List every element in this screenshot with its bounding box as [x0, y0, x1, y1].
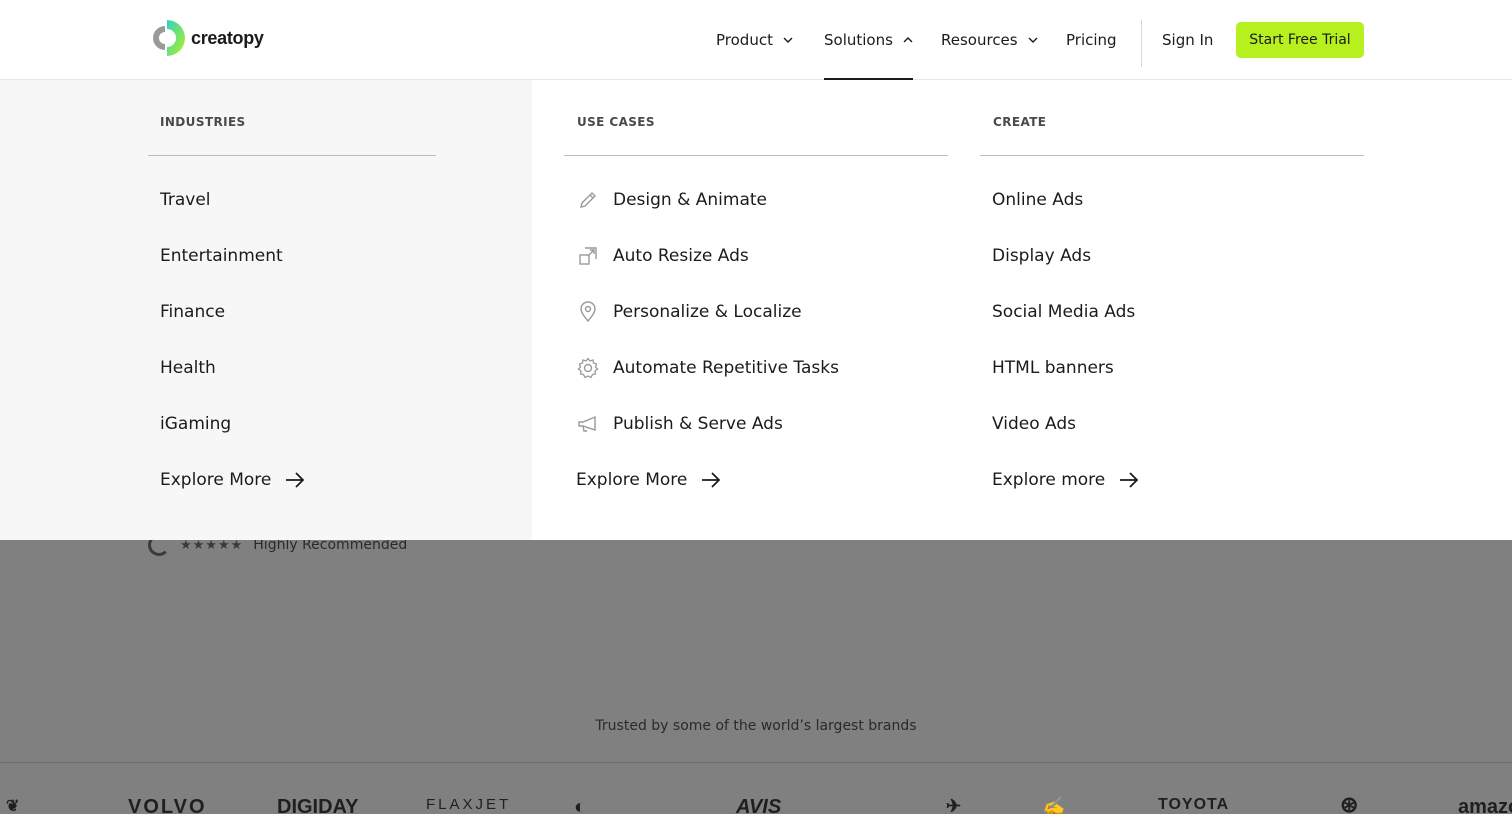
creatopy-logo-icon [147, 14, 187, 62]
nav-pricing-label: Pricing [1066, 31, 1117, 49]
divider [564, 155, 948, 156]
nav-resources[interactable]: Resources [941, 28, 1038, 52]
brand-logo-icon: ✍ [1042, 796, 1067, 814]
chevron-up-icon [903, 37, 913, 43]
brand-logo: FLAXJET [426, 796, 512, 813]
arrow-right-icon [1120, 472, 1139, 488]
brand-logo: DIGIDAY [277, 796, 359, 814]
brand-logo: TOYOTA [1158, 796, 1230, 813]
menu-item-online-ads[interactable]: Online Ads [992, 187, 1083, 213]
chevron-down-icon [783, 37, 793, 43]
site-header: creatopy Product Solutions Resources Pri… [0, 0, 1512, 80]
brand-logo: VOLVO [128, 796, 207, 814]
nav-solutions[interactable]: Solutions [824, 28, 913, 52]
solutions-dropdown: INDUSTRIES Travel Entertainment Finance … [0, 80, 1512, 540]
divider [980, 155, 1364, 156]
menu-item-igaming[interactable]: iGaming [160, 411, 231, 437]
menu-item-label: Publish & Serve Ads [613, 414, 783, 434]
menu-item-label: Design & Animate [613, 190, 767, 210]
menu-item-html-banners[interactable]: HTML banners [992, 355, 1114, 381]
nav-divider [1141, 20, 1142, 67]
menu-item-label: Automate Repetitive Tasks [613, 358, 839, 378]
explore-more-label: Explore More [576, 470, 688, 490]
chevron-down-icon [1028, 37, 1038, 43]
nav-solutions-label: Solutions [824, 31, 893, 49]
brand-logo: amazon [1458, 796, 1512, 814]
menu-item-design-animate[interactable]: Design & Animate [577, 187, 767, 213]
menu-item-auto-resize[interactable]: Auto Resize Ads [577, 243, 749, 269]
menu-item-finance[interactable]: Finance [160, 299, 225, 325]
sign-in-link[interactable]: Sign In [1162, 28, 1213, 52]
menu-item-personalize-localize[interactable]: Personalize & Localize [577, 299, 802, 325]
create-heading: CREATE [993, 115, 1047, 129]
brand-logo-strip: ❦ VOLVO DIGIDAY FLAXJET ◐ AVIS ✈ ✍ TOYOT… [0, 790, 1512, 814]
create-explore-more-link[interactable]: Explore more [992, 467, 1139, 493]
menu-item-travel[interactable]: Travel [160, 187, 211, 213]
mercedes-logo-icon: ⊛ [1340, 792, 1361, 814]
active-nav-underline [824, 78, 913, 80]
menu-item-health[interactable]: Health [160, 355, 216, 381]
menu-item-social-media-ads[interactable]: Social Media Ads [992, 299, 1135, 325]
industries-heading: INDUSTRIES [160, 115, 246, 129]
trusted-by-text: Trusted by some of the world’s largest b… [595, 718, 917, 734]
use-cases-explore-more-link[interactable]: Explore More [576, 467, 721, 493]
divider [148, 155, 436, 156]
explore-more-label: Explore more [992, 470, 1106, 490]
menu-item-display-ads[interactable]: Display Ads [992, 243, 1091, 269]
nav-pricing[interactable]: Pricing [1066, 28, 1117, 52]
nav-product-label: Product [716, 31, 773, 49]
industries-explore-more-link[interactable]: Explore More [160, 467, 305, 493]
menu-item-automate-tasks[interactable]: Automate Repetitive Tasks [577, 355, 839, 381]
brand-logo-icon: ❦ [6, 798, 22, 814]
menu-item-label: Auto Resize Ads [613, 246, 749, 266]
use-cases-heading: USE CASES [577, 115, 655, 129]
start-free-trial-button[interactable]: Start Free Trial [1236, 22, 1364, 58]
explore-more-label: Explore More [160, 470, 272, 490]
menu-item-label: Personalize & Localize [613, 302, 802, 322]
logo[interactable]: creatopy [147, 14, 264, 62]
divider [0, 762, 1512, 763]
arrow-right-icon [286, 472, 305, 488]
resize-icon [577, 245, 599, 267]
brand-logo-icon: ◐ [574, 796, 589, 814]
gear-icon [577, 357, 599, 379]
arrow-right-icon [702, 472, 721, 488]
menu-item-video-ads[interactable]: Video Ads [992, 411, 1076, 437]
logo-text: creatopy [191, 27, 264, 48]
menu-item-publish-serve[interactable]: Publish & Serve Ads [577, 411, 783, 437]
pencil-icon [577, 189, 599, 211]
brand-logo-icon: ✈ [946, 796, 964, 814]
location-pin-icon [577, 301, 599, 323]
menu-item-entertainment[interactable]: Entertainment [160, 243, 283, 269]
brand-logo: AVIS [736, 796, 782, 814]
megaphone-icon [577, 413, 599, 435]
nav-product[interactable]: Product [716, 28, 793, 52]
nav-resources-label: Resources [941, 31, 1018, 49]
